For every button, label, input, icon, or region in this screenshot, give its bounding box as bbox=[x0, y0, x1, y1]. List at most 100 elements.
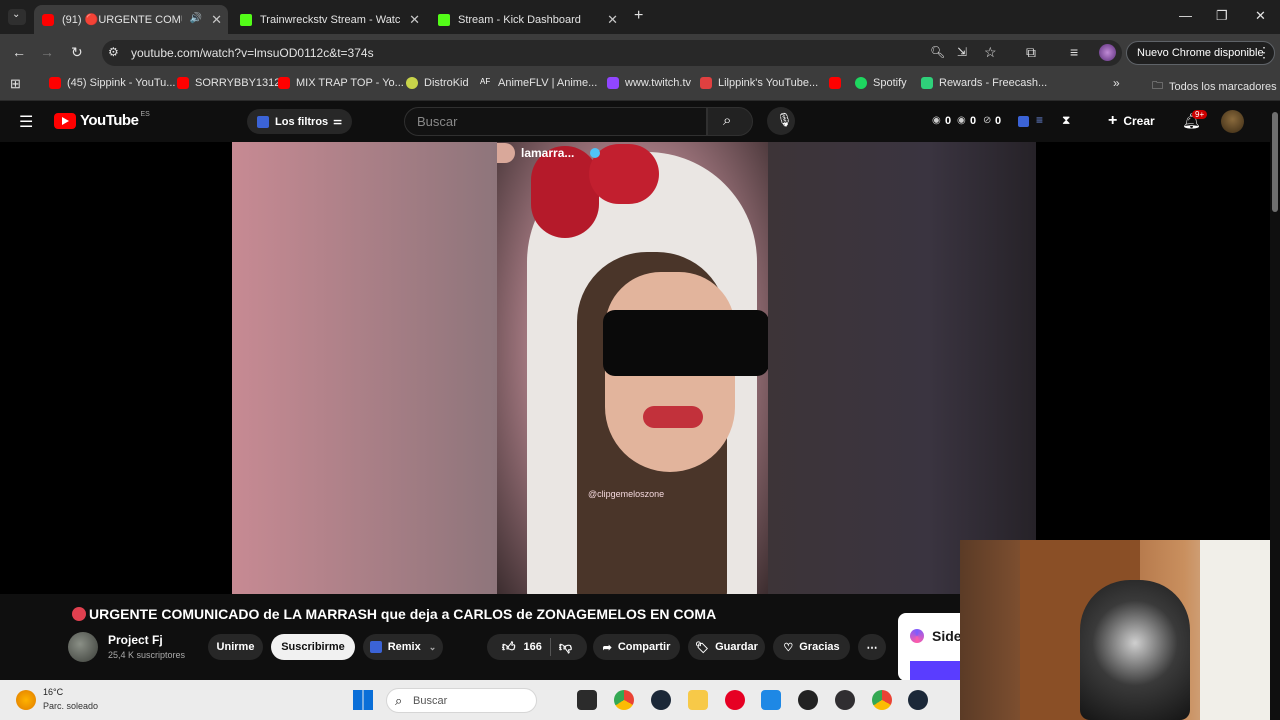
youtube-play-icon bbox=[54, 112, 76, 129]
close-tab-icon[interactable]: ✕ bbox=[607, 12, 618, 28]
task-view-icon[interactable] bbox=[577, 690, 597, 710]
install-app-icon[interactable]: ⇲ bbox=[957, 45, 967, 59]
like-dislike-group: 👍︎ 166 👎︎ bbox=[487, 634, 587, 660]
more-bookmarks-icon[interactable]: » bbox=[1113, 76, 1120, 90]
sider-panel[interactable]: Side bbox=[898, 613, 962, 681]
user-avatar[interactable] bbox=[1221, 110, 1244, 133]
reload-icon[interactable]: ↻ bbox=[71, 44, 83, 61]
eye-icon: ◉ bbox=[957, 115, 966, 126]
remix-button[interactable]: Remix ⌄ bbox=[363, 634, 443, 660]
chrome-icon[interactable] bbox=[614, 690, 634, 710]
scrollbar-thumb[interactable] bbox=[1272, 112, 1278, 212]
tab-search-button[interactable]: ⌄ bbox=[8, 9, 26, 25]
video-watermark: @clipgemeloszone bbox=[588, 489, 665, 499]
webcam-overlay bbox=[960, 540, 1280, 720]
weather-condition[interactable]: Parc. soleado bbox=[43, 701, 98, 711]
search-input[interactable]: Buscar bbox=[404, 107, 707, 136]
profile-avatar[interactable] bbox=[1099, 44, 1116, 61]
join-button[interactable]: Unirme bbox=[208, 634, 263, 660]
chrome-profile-icon[interactable] bbox=[872, 690, 892, 710]
bookmark-item[interactable]: www.twitch.tv bbox=[607, 77, 691, 89]
taskbar-search-input[interactable]: ⌕ Buscar bbox=[386, 688, 537, 713]
counter-value: 0 bbox=[970, 115, 977, 127]
close-tab-icon[interactable]: ✕ bbox=[409, 12, 420, 28]
minimize-icon[interactable]: — bbox=[1179, 8, 1192, 23]
bookmark-item[interactable]: Spotify bbox=[855, 77, 907, 89]
sider-action-bar[interactable] bbox=[910, 661, 960, 681]
url-text[interactable]: youtube.com/watch?v=lmsuOD0112c&t=374s bbox=[131, 46, 374, 60]
video-frame[interactable] bbox=[497, 142, 768, 594]
bookmark-item[interactable] bbox=[829, 77, 847, 89]
weather-temperature[interactable]: 16°C bbox=[43, 687, 63, 697]
site-info-icon[interactable]: ⚙ bbox=[108, 45, 119, 59]
forward-icon[interactable]: → bbox=[40, 44, 54, 60]
bookmark-item[interactable]: DistroKid bbox=[406, 77, 469, 89]
tab-youtube[interactable]: (91) 🔴URGENTE COMUNIC 🔊 ✕ bbox=[34, 5, 228, 34]
thumbs-down-icon[interactable]: 👎︎ bbox=[559, 639, 572, 655]
share-button[interactable]: ➦ Compartir bbox=[593, 634, 680, 660]
plus-icon: + bbox=[1108, 112, 1118, 129]
youtube-favicon-icon bbox=[829, 77, 841, 89]
close-window-icon[interactable]: ✕ bbox=[1255, 8, 1266, 24]
extensions-icon[interactable]: ⧉ bbox=[1026, 44, 1036, 61]
more-actions-button[interactable]: ⋯ bbox=[858, 634, 886, 660]
youtube-favicon-icon bbox=[278, 77, 290, 89]
obs-icon[interactable] bbox=[835, 690, 855, 710]
counter-value: 0 bbox=[945, 115, 952, 127]
bookmark-star-icon[interactable]: ☆ bbox=[984, 44, 997, 61]
search-button[interactable]: ⌕ bbox=[707, 107, 753, 136]
media-controls-icon[interactable]: ≡ bbox=[1070, 44, 1078, 60]
subscribe-button[interactable]: Suscribirme bbox=[271, 634, 355, 660]
sider-logo-icon bbox=[910, 629, 924, 643]
create-button[interactable]: + Crear bbox=[1108, 112, 1155, 130]
weather-sun-icon[interactable] bbox=[16, 690, 36, 710]
like-count[interactable]: 166 bbox=[524, 641, 542, 653]
chatgpt-icon[interactable] bbox=[798, 690, 818, 710]
pinterest-icon[interactable] bbox=[725, 690, 745, 710]
filters-button[interactable]: Los filtros ⚌ bbox=[247, 109, 353, 134]
windows-start-icon[interactable] bbox=[353, 690, 373, 710]
tab-trainwreckstv[interactable]: Trainwreckstv Stream - Watch Li ✕ bbox=[232, 5, 426, 34]
tab-kick-dashboard[interactable]: Stream - Kick Dashboard ✕ bbox=[430, 5, 624, 34]
bookmark-item[interactable]: MIX TRAP TOP - Yo... bbox=[278, 77, 404, 89]
chevron-down-icon: ⌄ bbox=[428, 641, 437, 652]
hamburger-menu-icon[interactable]: ☰ bbox=[19, 112, 33, 132]
thumbs-up-icon[interactable]: 👍︎ bbox=[502, 639, 516, 655]
channel-name[interactable]: Project Fj bbox=[108, 633, 163, 647]
bookmark-label: Rewards - Freecash... bbox=[939, 77, 1048, 89]
sider-label: Side bbox=[932, 628, 962, 644]
list-icon[interactable]: ≡ bbox=[1036, 113, 1043, 127]
bookmark-item[interactable]: (45) Sippink - YouTu... bbox=[49, 77, 175, 89]
all-bookmarks-folder[interactable]: 🗀 Todos los marcadores bbox=[1152, 77, 1277, 96]
hourglass-icon[interactable]: ⧗ bbox=[1062, 113, 1070, 128]
file-explorer-icon[interactable] bbox=[688, 690, 708, 710]
youtube-logo[interactable]: YouTube ES bbox=[54, 111, 150, 129]
steam-icon[interactable] bbox=[908, 690, 928, 710]
twitch-icon bbox=[607, 77, 619, 89]
save-button[interactable]: 🏷︎ Guardar bbox=[688, 634, 765, 660]
bookmark-item[interactable]: AF AnimeFLV | Anime... bbox=[480, 77, 597, 89]
voice-search-button[interactable]: 🎙︎ bbox=[767, 107, 795, 135]
restore-icon[interactable]: ❐ bbox=[1216, 8, 1228, 24]
new-tab-icon[interactable]: + bbox=[634, 7, 643, 25]
menu-kebab-icon[interactable]: ⋮ bbox=[1257, 44, 1271, 61]
close-tab-icon[interactable]: ✕ bbox=[211, 12, 222, 28]
store-icon[interactable] bbox=[761, 690, 781, 710]
extension-badge-icon[interactable] bbox=[1018, 116, 1029, 127]
extension-badge-icon bbox=[257, 115, 269, 128]
youtube-favicon-icon bbox=[42, 13, 54, 26]
sliders-icon: ⚌ bbox=[333, 116, 343, 127]
chevron-down-icon: ⌄ bbox=[12, 9, 21, 20]
bookmark-item[interactable]: SORRYBBY1312 bbox=[177, 77, 280, 89]
channel-avatar[interactable] bbox=[68, 632, 98, 662]
bookmark-item[interactable]: Lilppink's YouTube... bbox=[700, 77, 818, 89]
verified-icon bbox=[590, 148, 600, 158]
apps-grid-icon[interactable]: ⊞ bbox=[10, 76, 21, 92]
bookmark-item[interactable]: Rewards - Freecash... bbox=[921, 77, 1047, 89]
zoom-icon[interactable]: 🔍︎ bbox=[930, 45, 945, 59]
thanks-button[interactable]: ♡ Gracias bbox=[773, 634, 850, 660]
chrome-update-button[interactable]: Nuevo Chrome disponible bbox=[1126, 41, 1275, 65]
extension-badge-icon bbox=[369, 641, 382, 653]
back-icon[interactable]: ← bbox=[12, 44, 26, 60]
steam-icon[interactable] bbox=[651, 690, 671, 710]
